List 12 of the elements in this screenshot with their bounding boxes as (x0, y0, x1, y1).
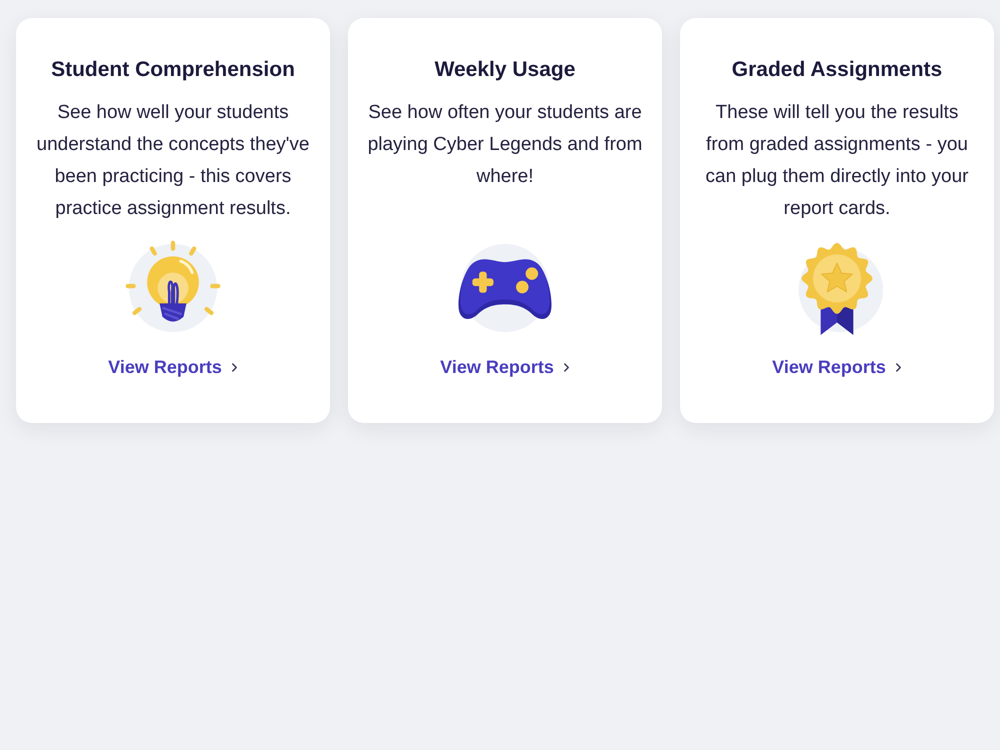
card-title: Graded Assignments (732, 57, 942, 83)
card-title: Weekly Usage (434, 57, 576, 83)
view-reports-link[interactable]: View Reports (108, 356, 238, 378)
card-description: See how well your students understand the concepts they've been practicing - this covers practice assignment results. (36, 101, 310, 221)
card-description: These will tell you the results from graded assignments - you can plug them directly into your report cards. (704, 101, 970, 221)
chevron-icon (230, 362, 238, 372)
view-reports-link[interactable]: View Reports (772, 356, 902, 378)
chevron-icon (894, 362, 902, 372)
view-reports-link[interactable]: View Reports (440, 356, 570, 378)
chevron-icon (562, 362, 570, 372)
card-title: Student Comprehension (51, 57, 295, 83)
card-description: See how often your students are playing Cyber Legends and from where! (366, 101, 644, 189)
